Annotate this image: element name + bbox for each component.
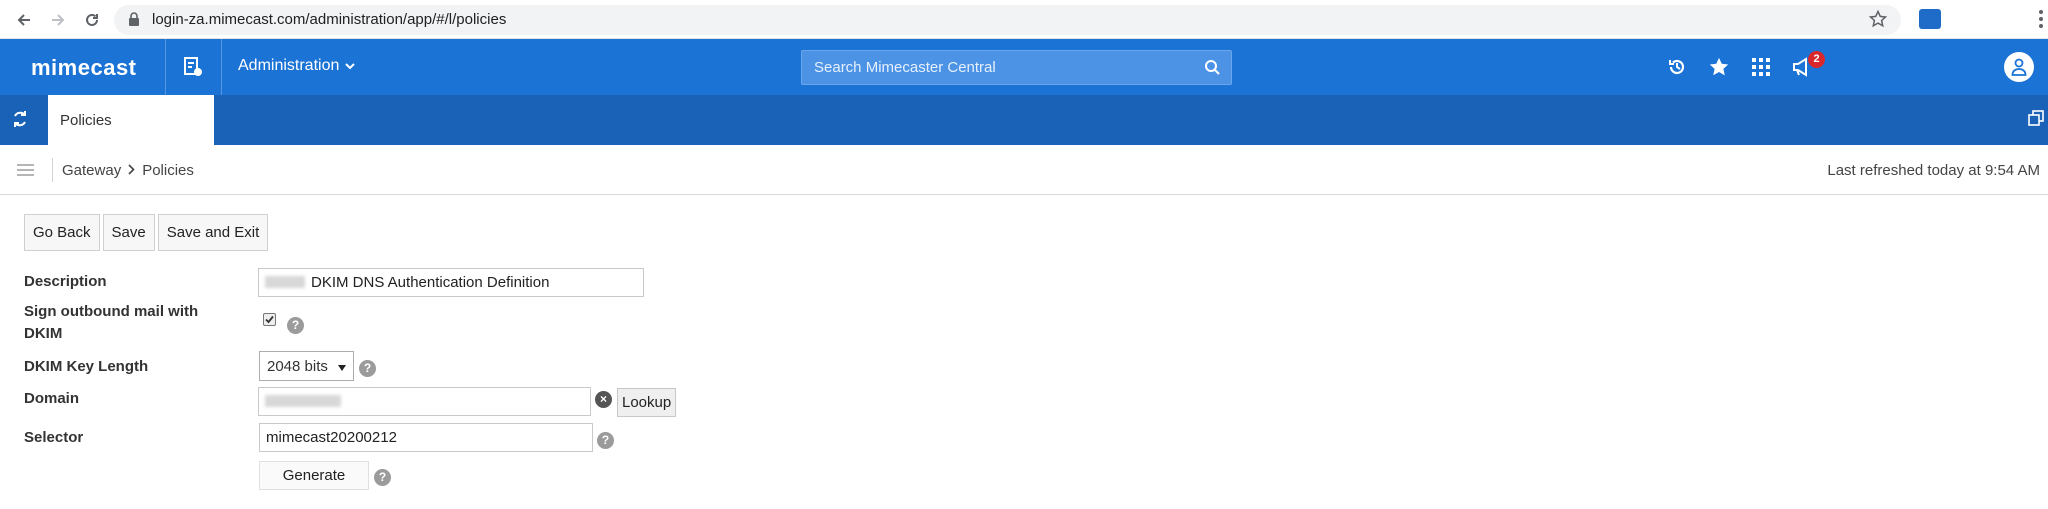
chevron-down-icon [345,57,356,75]
address-bar[interactable]: login-za.mimecast.com/administration/app… [114,5,1901,35]
forward-icon[interactable] [46,8,70,32]
selector-label: Selector [24,429,84,446]
dropdown-caret-icon [338,358,346,375]
dkim-key-length-label: DKIM Key Length [24,358,149,375]
save-button[interactable]: Save [102,214,155,251]
lookup-button[interactable]: Lookup [617,388,677,417]
breadcrumb-bar: Gateway Policies Last refreshed today at… [0,145,2048,195]
search-input[interactable]: Search Mimecaster Central [801,50,1232,85]
breadcrumb-gateway[interactable]: Gateway [62,162,121,179]
url-text: login-za.mimecast.com/administration/app… [152,11,507,28]
go-back-button[interactable]: Go Back [24,214,100,251]
redacted-text [265,276,305,288]
sign-outbound-label: Sign outbound mail with DKIM [24,301,198,345]
history-icon[interactable] [1665,55,1689,79]
bookmark-star-icon[interactable] [1868,9,1888,33]
key-length-value: 2048 bits [267,357,328,375]
extension-icon[interactable] [1919,9,1941,29]
search-icon[interactable] [1204,59,1221,81]
browser-menu-icon[interactable] [2038,9,2044,29]
grid-icon[interactable] [1749,55,1773,79]
app-header: mimecast Administration Search Mimecaste… [0,39,2048,95]
breadcrumb-policies: Policies [142,162,194,179]
divider [165,39,166,95]
breadcrumb: Gateway Policies [62,162,194,179]
help-icon[interactable]: ? [597,432,614,449]
selector-field[interactable]: mimecast20200212 [259,423,593,452]
refresh-icon[interactable] [10,109,30,134]
administration-label: Administration [238,57,340,74]
sign-outbound-label-line2: DKIM [24,325,63,342]
domain-label: Domain [24,390,80,407]
divider [52,158,53,182]
app-switcher-icon[interactable] [183,56,203,83]
lock-icon [128,12,140,32]
save-and-exit-button[interactable]: Save and Exit [157,214,269,251]
help-icon[interactable]: ? [359,360,376,377]
reload-icon[interactable] [80,8,104,32]
chevron-right-icon [128,162,135,179]
tab-bar: Policies [0,95,2048,145]
key-length-select[interactable]: 2048 bits [259,351,354,381]
help-icon[interactable]: ? [287,317,304,334]
description-label: Description [24,273,107,290]
divider [221,39,222,95]
popout-icon[interactable] [2028,110,2044,131]
sign-outbound-label-line1: Sign outbound mail with [24,303,199,320]
browser-toolbar: login-za.mimecast.com/administration/app… [0,0,2048,39]
domain-field[interactable] [258,387,591,416]
generate-button[interactable]: Generate [259,461,369,490]
hamburger-menu-icon[interactable] [17,164,34,176]
tab-label: Policies [60,112,112,129]
last-refreshed-text: Last refreshed today at 9:54 AM [1827,162,2040,179]
form-toolbar: Go Back Save Save and Exit [24,214,271,251]
user-icon[interactable] [2004,52,2034,82]
sign-outbound-checkbox[interactable] [263,313,276,326]
notification-badge: 2 [1808,51,1825,68]
administration-menu[interactable]: Administration [238,57,356,75]
description-value: DKIM DNS Authentication Definition [311,274,550,291]
clear-icon[interactable]: × [595,391,612,408]
favorites-star-icon[interactable] [1707,55,1731,79]
help-icon[interactable]: ? [374,469,391,486]
mimecast-logo[interactable]: mimecast [31,55,137,81]
search-placeholder: Search Mimecaster Central [814,59,996,76]
redacted-text [265,395,341,407]
description-field[interactable]: DKIM DNS Authentication Definition [258,268,644,297]
back-icon[interactable] [12,8,36,32]
tab-policies[interactable]: Policies [48,95,214,145]
